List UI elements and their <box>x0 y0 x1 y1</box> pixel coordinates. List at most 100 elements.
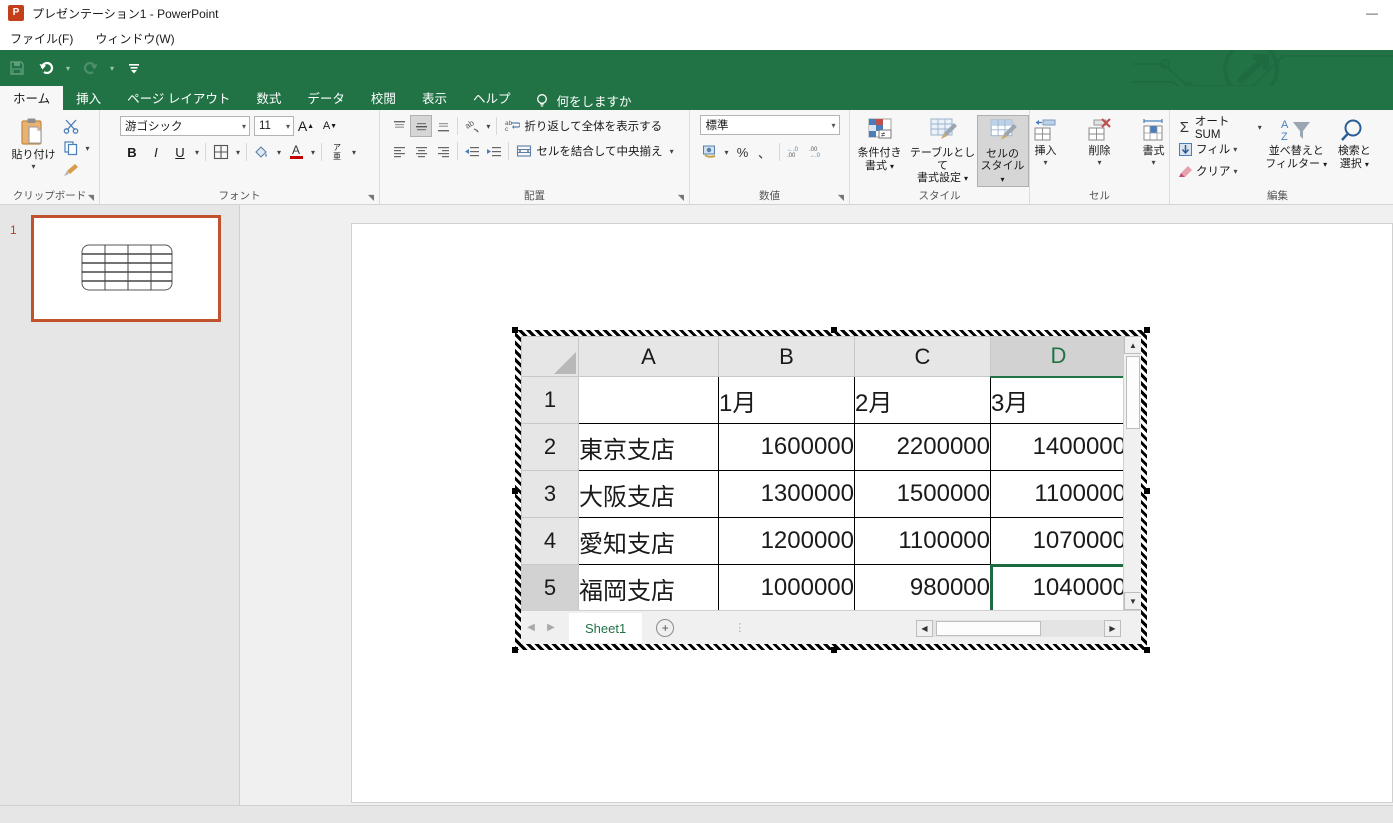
underline-dropdown-icon[interactable]: ▾ <box>192 148 202 157</box>
fill-color-dropdown-icon[interactable]: ▾ <box>274 148 284 157</box>
tab-formulas[interactable]: 数式 <box>243 86 294 110</box>
sheet-nav-next-button[interactable]: ▶ <box>541 622 561 633</box>
cell-b3[interactable]: 1300000 <box>718 470 855 518</box>
cell-b4[interactable]: 1200000 <box>718 517 855 565</box>
resize-handle-s[interactable] <box>831 647 837 653</box>
insert-dropdown-icon[interactable]: ▾ <box>1040 158 1050 167</box>
phonetic-dropdown-icon[interactable]: ▾ <box>349 148 359 157</box>
align-left-button[interactable] <box>388 140 410 162</box>
cell-a3[interactable]: 大阪支店 <box>578 470 719 518</box>
number-format-select[interactable]: 標準 ▾ <box>699 115 840 135</box>
row-header-3[interactable]: 3 <box>521 470 579 518</box>
format-dropdown-icon[interactable]: ▾ <box>1148 158 1158 167</box>
shrink-font-button[interactable]: A ▼ <box>318 115 342 137</box>
italic-button[interactable]: I <box>144 141 168 163</box>
menu-item-file[interactable]: ファイル(F) <box>6 28 77 49</box>
cell-a1[interactable] <box>578 376 719 424</box>
cell-c1[interactable]: 2月 <box>854 376 991 424</box>
save-icon[interactable] <box>4 56 30 80</box>
increase-indent-button[interactable] <box>483 140 505 162</box>
resize-handle-n[interactable] <box>831 327 837 333</box>
delete-dropdown-icon[interactable]: ▾ <box>1094 158 1104 167</box>
decrease-indent-button[interactable] <box>461 140 483 162</box>
horizontal-scroll-thumb[interactable] <box>936 620 1041 636</box>
worksheet-grid[interactable]: A B C D 1 1月 2月 3月 2 東京支店 1600000 220000… <box>521 336 1128 613</box>
scroll-up-button[interactable]: ▲ <box>1124 336 1141 354</box>
tab-data[interactable]: データ <box>294 86 358 110</box>
align-top-button[interactable] <box>388 115 410 137</box>
decrease-decimal-button[interactable]: .00 →.0 <box>805 141 827 163</box>
increase-decimal-button[interactable]: ←.0.00 <box>783 141 805 163</box>
undo-icon[interactable] <box>33 56 59 80</box>
grow-font-button[interactable]: A ▲ <box>294 115 318 137</box>
font-dialog-launcher[interactable]: ◥ <box>366 193 376 203</box>
cell-d1[interactable]: 3月 <box>990 376 1127 424</box>
resize-handle-e[interactable] <box>1144 488 1150 494</box>
bold-button[interactable]: B <box>120 141 144 163</box>
font-name-input[interactable]: 游ゴシック ▾ <box>119 116 250 136</box>
embedded-excel-object[interactable]: A B C D 1 1月 2月 3月 2 東京支店 1600000 220000… <box>512 327 1150 653</box>
wrap-text-button[interactable]: ab c 折り返して全体を表示する <box>500 115 666 137</box>
minimize-button[interactable]: — <box>1357 4 1387 22</box>
cell-d3[interactable]: 1100000 <box>990 470 1127 518</box>
format-painter-button[interactable] <box>60 159 82 181</box>
undo-dropdown-icon[interactable]: ▾ <box>62 57 74 79</box>
fill-label[interactable]: フィル <box>1196 141 1230 157</box>
cell-a2[interactable]: 東京支店 <box>578 423 719 471</box>
clear-dropdown-icon[interactable]: ▾ <box>1231 167 1241 176</box>
row-header-1[interactable]: 1 <box>521 376 579 424</box>
column-header-b[interactable]: B <box>718 336 855 377</box>
phonetic-guide-button[interactable]: ア亜 <box>325 141 349 163</box>
tab-view[interactable]: 表示 <box>409 86 460 110</box>
select-all-corner[interactable] <box>521 336 579 377</box>
cell-d5[interactable]: 1040000 <box>989 563 1128 613</box>
orientation-button[interactable]: ab <box>461 115 483 137</box>
align-middle-button[interactable] <box>410 115 433 137</box>
add-sheet-button[interactable]: + <box>656 618 675 637</box>
insert-cells-button[interactable]: 挿入 ▾ <box>1019 115 1073 167</box>
tab-page-layout[interactable]: ページ レイアウト <box>114 86 243 110</box>
tab-insert[interactable]: 挿入 <box>63 86 114 110</box>
conditional-formatting-button[interactable]: ≠ 条件付き 書式 ▾ <box>851 115 909 173</box>
number-dialog-launcher[interactable]: ◥ <box>836 193 846 203</box>
number-format-dropdown-icon[interactable]: ▾ <box>831 121 838 130</box>
scroll-down-button[interactable]: ▼ <box>1124 592 1141 610</box>
tell-me-box[interactable]: 何をしますか <box>535 91 631 110</box>
scroll-right-button[interactable]: ▶ <box>1104 619 1121 637</box>
delete-cells-button[interactable]: 削除 ▾ <box>1073 115 1127 167</box>
redo-icon[interactable] <box>77 56 103 80</box>
underline-button[interactable]: U <box>168 141 192 163</box>
cell-c5[interactable]: 980000 <box>854 564 991 612</box>
borders-button[interactable] <box>209 141 233 163</box>
paste-button[interactable]: 貼り付け ▾ <box>6 115 60 171</box>
copy-button[interactable] <box>60 137 82 159</box>
row-header-2[interactable]: 2 <box>521 423 579 471</box>
cell-d4[interactable]: 1070000 <box>990 517 1127 565</box>
cell-c3[interactable]: 1500000 <box>854 470 991 518</box>
horizontal-scrollbar[interactable]: ◀ ▶ <box>916 619 1121 637</box>
resize-handle-se[interactable] <box>1144 647 1150 653</box>
align-bottom-button[interactable] <box>432 115 454 137</box>
currency-button[interactable] <box>700 141 722 163</box>
font-size-dropdown-icon[interactable]: ▾ <box>286 122 293 131</box>
slide-thumbnail-pane[interactable]: 1 <box>0 205 240 805</box>
resize-handle-nw[interactable] <box>512 327 518 333</box>
vertical-scroll-thumb[interactable] <box>1126 356 1140 429</box>
row-header-4[interactable]: 4 <box>521 517 579 565</box>
customize-qat-icon[interactable] <box>121 56 147 80</box>
horizontal-scroll-track[interactable] <box>933 619 1104 637</box>
excel-worksheet[interactable]: A B C D 1 1月 2月 3月 2 東京支店 1600000 220000… <box>521 336 1141 644</box>
align-center-button[interactable] <box>410 140 432 162</box>
resize-handle-w[interactable] <box>512 488 518 494</box>
paste-dropdown-icon[interactable]: ▾ <box>28 162 38 171</box>
column-header-c[interactable]: C <box>854 336 991 377</box>
clear-label[interactable]: クリア <box>1196 163 1231 179</box>
scroll-left-button[interactable]: ◀ <box>916 619 933 637</box>
autosum-label[interactable]: オート SUM <box>1195 113 1255 141</box>
borders-dropdown-icon[interactable]: ▾ <box>233 148 243 157</box>
slide-thumbnail-1[interactable] <box>31 215 221 322</box>
column-header-d[interactable]: D <box>990 336 1127 378</box>
cell-a4[interactable]: 愛知支店 <box>578 517 719 565</box>
resize-handle-sw[interactable] <box>512 647 518 653</box>
cut-button[interactable] <box>60 115 82 137</box>
